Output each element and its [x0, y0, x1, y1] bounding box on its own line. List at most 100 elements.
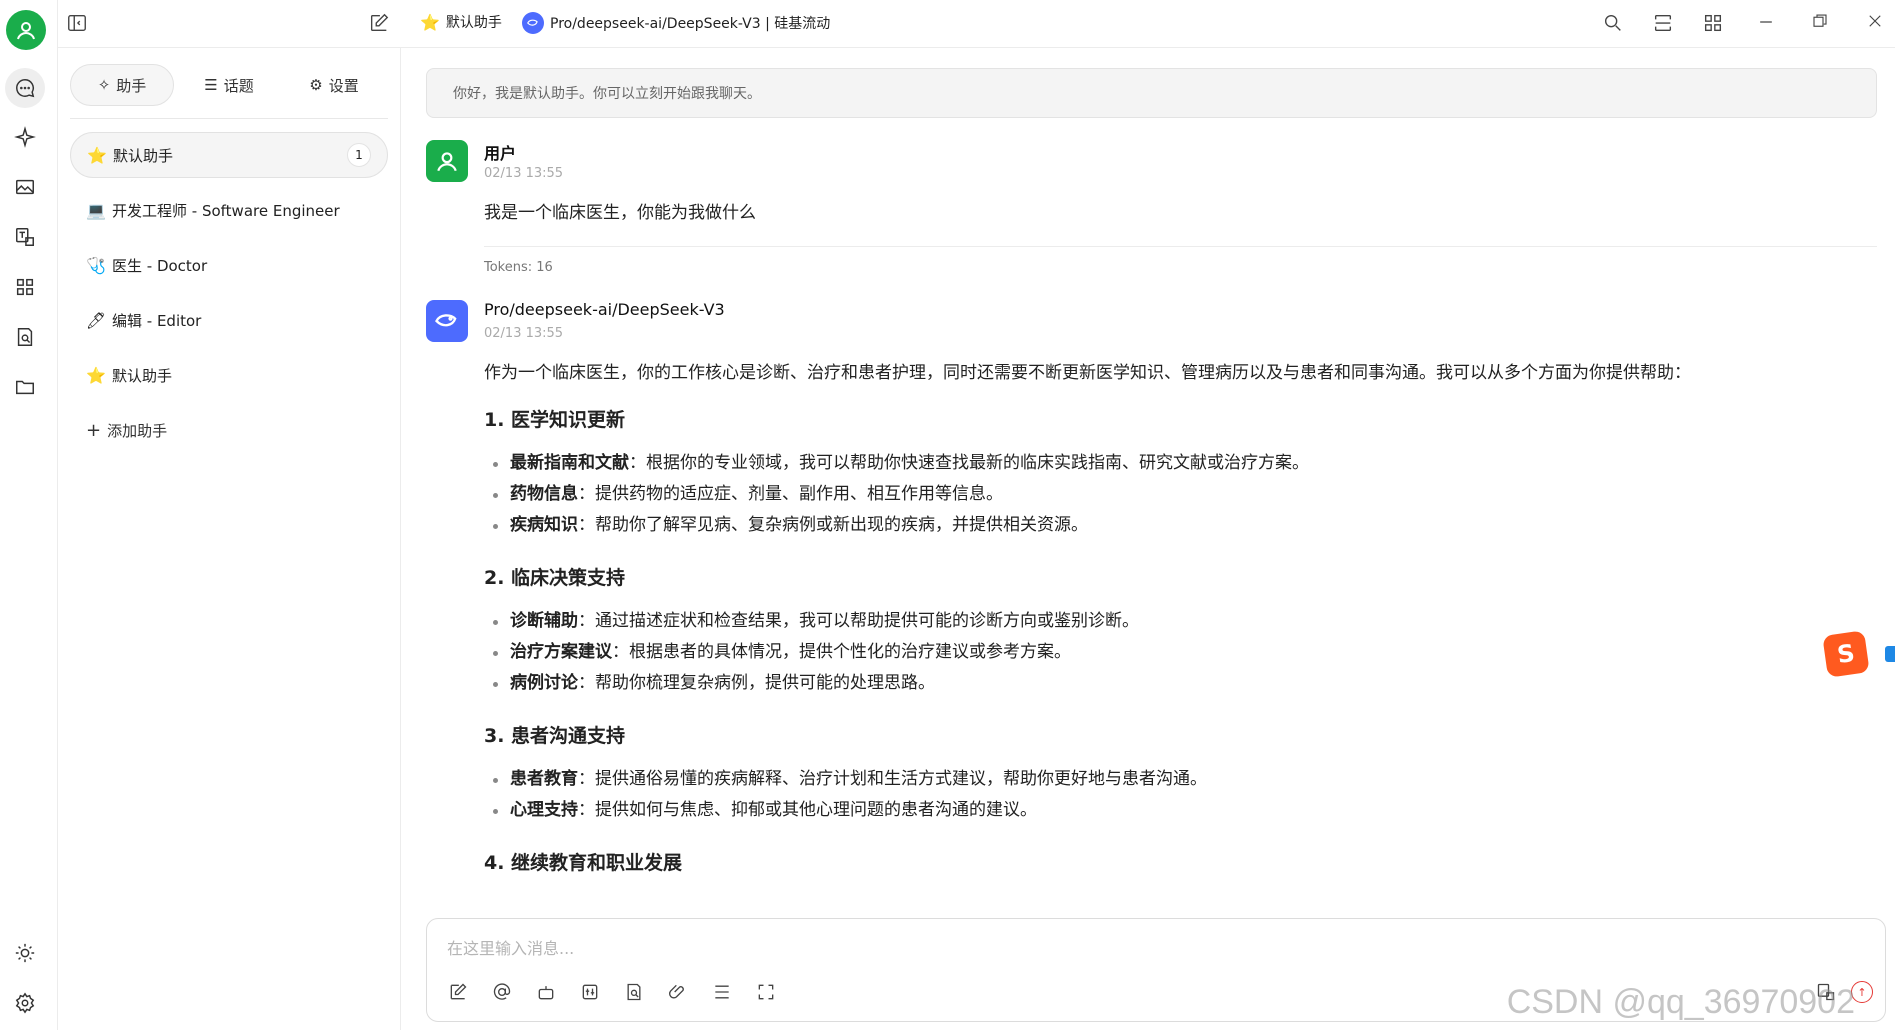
mention-button[interactable]	[491, 981, 513, 1003]
translate-icon	[16, 228, 34, 246]
search-icon	[1604, 14, 1621, 31]
list-item: 药物信息：提供药物的适应症、剂量、副作用、相互作用等信息。	[484, 479, 1864, 510]
user-avatar[interactable]	[6, 10, 46, 50]
assistant-item-default-2[interactable]: ⭐ 默认助手	[70, 352, 388, 398]
minimize-icon	[1760, 21, 1772, 23]
attach-button[interactable]	[667, 981, 689, 1003]
message-input[interactable]: 在这里输入消息...	[447, 935, 574, 959]
edit-icon	[450, 983, 467, 1000]
model-name-label: Pro/deepseek-ai/DeepSeek-V3 | 硅基流动	[550, 16, 831, 32]
section-list: 诊断辅助：通过描述症状和检查结果，我可以帮助提供可能的诊断方向或鉴别诊断。 治疗…	[484, 606, 1864, 699]
ai-timestamp: 02/13 13:55	[484, 326, 564, 341]
tab-topics[interactable]: ☰ 话题	[174, 64, 284, 106]
assistant-list: ⭐ 默认助手 1 💻 开发工程师 - Software Engineer 🩺 医…	[70, 132, 388, 462]
maximize-button[interactable]	[1811, 12, 1829, 30]
web-search-button[interactable]	[579, 981, 601, 1003]
clear-context-button[interactable]	[711, 981, 733, 1003]
list-item: 病例讨论：帮助你梳理复杂病例，提供可能的处理思路。	[484, 668, 1864, 699]
assistant-label: 默认助手	[112, 366, 173, 385]
laptop-icon: 💻	[86, 200, 106, 220]
add-assistant-button[interactable]: + 添加助手	[70, 407, 388, 453]
tab-settings[interactable]: ⚙ 设置	[284, 64, 384, 106]
watermark: CSDN @qq_36970902	[1506, 983, 1855, 1021]
tab-settings-label: 设置	[328, 76, 359, 95]
panel-tabs: ✧ 助手 ☰ 话题 ⚙ 设置	[70, 64, 388, 106]
theme-toggle-button[interactable]	[9, 937, 41, 969]
agents-nav-button[interactable]	[9, 121, 41, 153]
ai-model-name: Pro/deepseek-ai/DeepSeek-V3	[484, 300, 725, 319]
context-icon	[715, 985, 729, 999]
knowledge-nav-button[interactable]	[9, 321, 41, 353]
section-heading: 2. 临床决策支持	[484, 567, 626, 589]
greeting-message: 你好，我是默认助手。你可以立刻开始跟我聊天。	[426, 68, 1877, 118]
assistant-label: 医生 - Doctor	[112, 256, 208, 275]
expand-button[interactable]	[755, 981, 777, 1003]
new-topic-button[interactable]	[368, 12, 390, 34]
toggle-sidebar-button[interactable]	[66, 12, 88, 34]
knowledge-base-button[interactable]	[623, 981, 645, 1003]
settings-nav-button[interactable]	[9, 987, 41, 1019]
folder-icon	[16, 380, 34, 395]
layout-button[interactable]	[1652, 12, 1674, 34]
document-search-icon	[17, 328, 33, 346]
pen-icon: 🖊	[85, 310, 107, 330]
assistant-button[interactable]	[535, 981, 557, 1003]
tab-assistants[interactable]: ✧ 助手	[70, 64, 174, 106]
sparkle-icon	[14, 126, 36, 148]
assistant-item-software-engineer[interactable]: 💻 开发工程师 - Software Engineer	[70, 187, 388, 233]
model-selector[interactable]: Pro/deepseek-ai/DeepSeek-V3 | 硅基流动	[522, 12, 830, 34]
section-list: 最新指南和文献：根据你的专业领域，我可以帮助你快速查找最新的临床实践指南、研究文…	[484, 448, 1864, 541]
ime-floating-icon[interactable]: S	[1822, 630, 1870, 678]
ai-message-body: 作为一个临床医生，你的工作核心是诊断、治疗和患者护理，同时还需要不断更新医学知识…	[484, 358, 1864, 891]
deepseek-logo-icon	[426, 300, 468, 342]
ime-tab[interactable]	[1885, 646, 1895, 662]
current-assistant[interactable]: ⭐ 默认助手	[420, 12, 502, 32]
panel-divider	[70, 118, 388, 119]
new-topic-button[interactable]	[447, 981, 469, 1003]
assistant-item-editor[interactable]: 🖊 编辑 - Editor	[70, 297, 388, 343]
assistant-item-default[interactable]: ⭐ 默认助手 1	[70, 132, 388, 178]
files-nav-button[interactable]	[9, 371, 41, 403]
apps-button[interactable]	[1702, 12, 1724, 34]
assistant-item-doctor[interactable]: 🩺 医生 - Doctor	[70, 242, 388, 288]
translate-nav-button[interactable]	[9, 221, 41, 253]
star-icon: ⭐	[86, 365, 106, 385]
token-count: Tokens: 16	[484, 260, 553, 275]
assistant-label: 默认助手	[113, 146, 174, 165]
expand-icon	[758, 984, 774, 1000]
layout-icon	[1654, 14, 1672, 32]
user-icon	[437, 152, 457, 172]
list-item: 心理支持：提供如何与焦虑、抑郁或其他心理问题的患者沟通的建议。	[484, 795, 1864, 826]
section-list: 患者教育：提供通俗易懂的疾病解释、治疗计划和生活方式建议，帮助你更好地与患者沟通…	[484, 764, 1864, 826]
user-message-text: 我是一个临床医生，你能为我做什么	[484, 203, 756, 223]
close-button[interactable]	[1866, 12, 1884, 30]
tab-assistants-label: 助手	[116, 76, 147, 95]
sun-icon	[15, 943, 35, 963]
grid-icon	[16, 278, 34, 296]
user-avatar	[426, 140, 468, 182]
current-assistant-label: 默认助手	[445, 15, 502, 31]
section-heading: 4. 继续教育和职业发展	[484, 852, 683, 874]
section-heading: 1. 医学知识更新	[484, 409, 626, 431]
list-item: 疾病知识：帮助你了解罕见病、复杂病例或新出现的疾病，并提供相关资源。	[484, 510, 1864, 541]
apps-nav-button[interactable]	[9, 271, 41, 303]
image-nav-button[interactable]	[9, 171, 41, 203]
chat-nav-button[interactable]	[5, 68, 45, 108]
gear-icon	[15, 992, 35, 1014]
add-assistant-label: 添加助手	[107, 421, 168, 440]
edit-icon	[370, 13, 389, 32]
chat-bubble-icon	[16, 79, 35, 98]
star-icon: ⭐	[420, 12, 440, 32]
stethoscope-icon: 🩺	[86, 255, 106, 275]
list-item: 诊断辅助：通过描述症状和检查结果，我可以帮助提供可能的诊断方向或鉴别诊断。	[484, 606, 1864, 637]
plus-icon: +	[86, 419, 102, 441]
message-divider	[484, 246, 1877, 247]
user-name: 用户	[484, 144, 517, 163]
input-toolbar	[447, 981, 777, 1003]
minimize-button[interactable]	[1756, 12, 1776, 32]
search-button[interactable]	[1602, 12, 1624, 34]
list-item: 患者教育：提供通俗易懂的疾病解释、治疗计划和生活方式建议，帮助你更好地与患者沟通…	[484, 764, 1864, 795]
document-search-icon	[627, 983, 641, 1001]
gear-icon: ⚙	[309, 76, 323, 94]
topic-count-badge: 1	[347, 143, 371, 167]
